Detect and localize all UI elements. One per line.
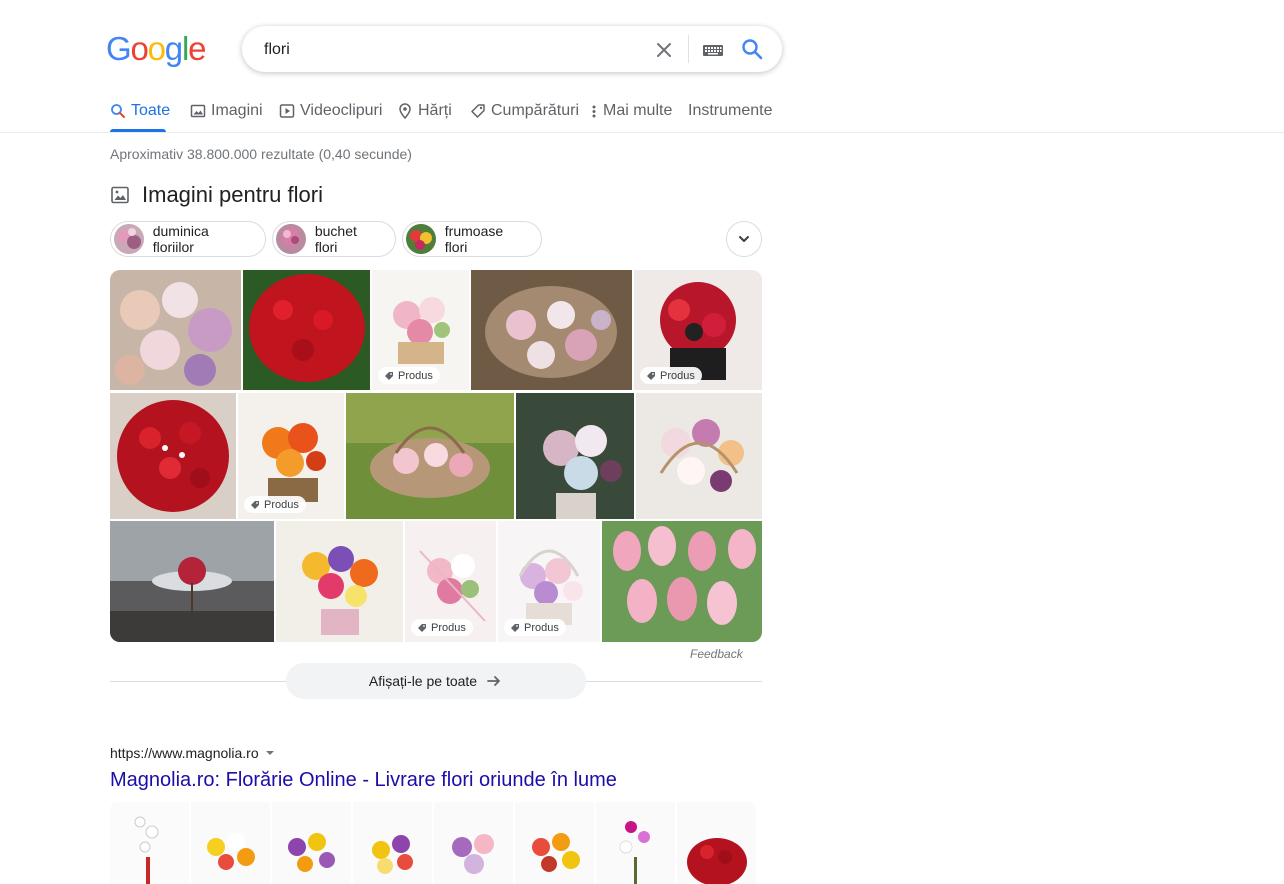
tab-maps[interactable]: Hărți (397, 100, 452, 122)
image-result[interactable] (636, 393, 762, 519)
tab-more[interactable]: Mai multe (590, 100, 672, 122)
search-input[interactable] (262, 26, 646, 74)
result-stats: Aproximativ 38.800.000 rezultate (0,40 s… (110, 146, 412, 162)
google-logo[interactable]: Google (106, 30, 206, 67)
image-result[interactable]: Produs (498, 521, 600, 642)
tab-label: Videoclipuri (300, 102, 383, 119)
tag-icon (385, 371, 393, 380)
show-all-images-button[interactable]: Afișați-le pe toate (286, 663, 586, 699)
image-result[interactable] (243, 270, 370, 390)
arrow-right-icon (487, 676, 500, 686)
header-divider (0, 132, 1284, 133)
tag-icon (647, 371, 655, 380)
logo-letter: g (164, 30, 183, 67)
product-badge: Produs (244, 496, 306, 513)
result-image-strip (110, 802, 756, 884)
result-image[interactable] (353, 802, 432, 884)
result-image[interactable] (434, 802, 513, 884)
image-grid: Produs Produs Produs Produs Produs (110, 270, 762, 642)
logo-letter: e (188, 30, 206, 67)
map-pin-icon (399, 103, 411, 119)
logo-letter: o (147, 30, 166, 67)
tag-icon (251, 500, 259, 509)
search-icon (111, 104, 125, 118)
image-result[interactable] (516, 393, 634, 519)
image-result[interactable] (276, 521, 403, 642)
chip-thumbnail (276, 224, 306, 254)
show-all-label: Afișați-le pe toate (368, 673, 478, 689)
dropdown-arrow-icon[interactable] (265, 748, 275, 758)
image-result[interactable] (602, 521, 762, 642)
product-badge: Produs (640, 367, 702, 384)
product-badge: Produs (504, 619, 566, 636)
result-image[interactable] (515, 802, 594, 884)
tab-label: Cumpărături (491, 102, 580, 119)
image-result[interactable] (110, 521, 274, 642)
result-image[interactable] (110, 802, 189, 884)
search-icon (742, 39, 763, 60)
tab-tools[interactable]: Instrumente (688, 100, 772, 122)
tab-label: Mai multe (603, 102, 673, 119)
image-icon (111, 186, 129, 204)
chip-thumbnail (406, 224, 436, 254)
images-section-title: Imagini pentru flori (142, 182, 323, 207)
more-vert-icon (592, 105, 596, 118)
clear-icon[interactable] (652, 38, 676, 62)
result-url-text: https://www.magnolia.ro (110, 745, 259, 761)
logo-letter: o (130, 30, 148, 67)
feedback-link[interactable]: Feedback (690, 647, 743, 661)
result-image[interactable] (191, 802, 270, 884)
chip-label: duminica floriilor (152, 223, 209, 255)
tab-images[interactable]: Imagini (190, 100, 263, 122)
image-result[interactable] (346, 393, 514, 519)
chip-thumbnail (114, 224, 144, 254)
expand-chips-button[interactable] (726, 221, 762, 257)
tab-label: Instrumente (688, 102, 773, 119)
tag-icon (471, 104, 485, 118)
tag-icon (418, 623, 426, 632)
chip-label: buchet flori (314, 223, 357, 255)
chip-label: frumoase flori (444, 223, 504, 255)
keyboard-icon[interactable] (700, 38, 726, 62)
chevron-down-icon (739, 236, 749, 242)
tab-all[interactable]: Toate (110, 100, 170, 122)
tab-label: Toate (131, 102, 171, 119)
image-result[interactable] (471, 270, 632, 390)
tab-label: Hărți (418, 102, 452, 119)
tab-videos[interactable]: Videoclipuri (279, 100, 382, 122)
image-result[interactable]: Produs (372, 270, 469, 390)
search-divider (688, 35, 689, 63)
tab-label: Imagini (211, 102, 263, 119)
result-image[interactable] (596, 802, 675, 884)
chip-duminica-floriilor[interactable]: duminica floriilor (110, 221, 266, 257)
tab-shopping[interactable]: Cumpărături (470, 100, 579, 122)
play-icon (279, 104, 295, 118)
product-badge: Produs (411, 619, 473, 636)
result-url[interactable]: https://www.magnolia.ro (110, 745, 275, 761)
result-image[interactable] (272, 802, 351, 884)
search-button[interactable] (739, 36, 765, 62)
image-result[interactable] (110, 393, 236, 519)
result-image[interactable] (677, 802, 756, 884)
image-icon (190, 104, 206, 118)
images-section-heading: Imagini pentru flori (110, 182, 323, 208)
image-result[interactable]: Produs (405, 521, 496, 642)
result-title-link[interactable]: Magnolia.ro: Florărie Online - Livrare f… (110, 769, 617, 792)
image-result[interactable]: Produs (238, 393, 344, 519)
chip-frumoase-flori[interactable]: frumoase flori (402, 221, 542, 257)
tag-icon (511, 623, 519, 632)
image-result[interactable]: Produs (634, 270, 762, 390)
image-result[interactable] (110, 270, 241, 390)
logo-letter: G (106, 30, 132, 67)
product-badge: Produs (378, 367, 440, 384)
chip-buchet-flori[interactable]: buchet flori (272, 221, 396, 257)
